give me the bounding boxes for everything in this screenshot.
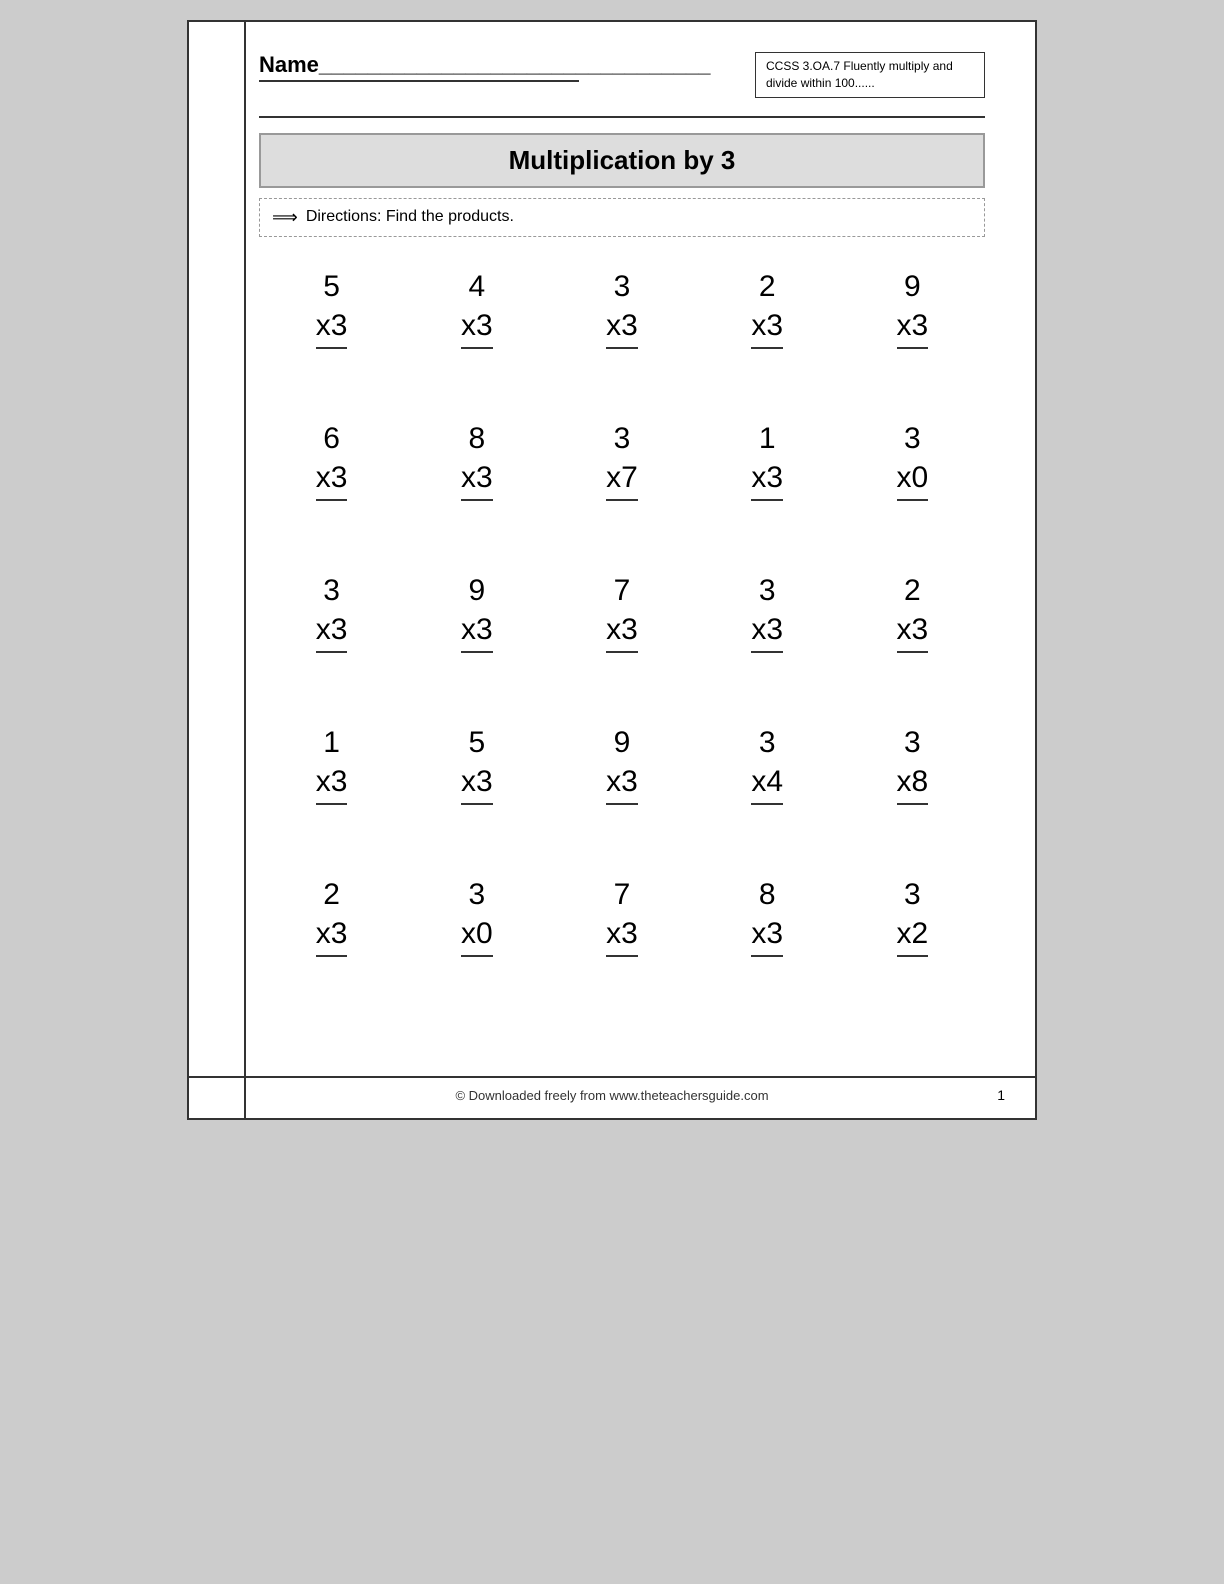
- problem-cell-r1-c4: 2x3: [695, 257, 840, 359]
- name-label: Name: [259, 52, 319, 77]
- problem-row-3: 3x39x37x33x32x3: [259, 561, 985, 663]
- bottom-divider: [189, 1076, 1035, 1078]
- top-number-r2-c4: 1: [759, 419, 776, 458]
- problem-cell-r5-c5: 3x2: [840, 865, 985, 967]
- top-number-r1-c1: 5: [323, 267, 340, 306]
- top-number-r4-c5: 3: [904, 723, 921, 762]
- top-number-r3-c1: 3: [323, 571, 340, 610]
- left-margin-border: [244, 22, 246, 1118]
- top-number-r5-c3: 7: [614, 875, 631, 914]
- problem-cell-r3-c2: 9x3: [404, 561, 549, 663]
- bottom-number-r4-c1: x3: [316, 762, 348, 805]
- bottom-number-r4-c3: x3: [606, 762, 638, 805]
- problem-cell-r1-c5: 9x3: [840, 257, 985, 359]
- top-divider: [259, 116, 985, 118]
- bottom-number-r3-c4: x3: [751, 610, 783, 653]
- top-number-r3-c3: 7: [614, 571, 631, 610]
- top-number-r5-c1: 2: [323, 875, 340, 914]
- bottom-number-r1-c3: x3: [606, 306, 638, 349]
- problem-cell-r5-c3: 7x3: [549, 865, 694, 967]
- top-number-r3-c5: 2: [904, 571, 921, 610]
- problem-cell-r1-c1: 5x3: [259, 257, 404, 359]
- problem-cell-r2-c2: 8x3: [404, 409, 549, 511]
- problem-cell-r4-c3: 9x3: [549, 713, 694, 815]
- top-number-r3-c2: 9: [468, 571, 485, 610]
- problem-cell-r5-c4: 8x3: [695, 865, 840, 967]
- problem-cell-r3-c4: 3x3: [695, 561, 840, 663]
- ccss-text: CCSS 3.OA.7 Fluently multiply and divide…: [766, 59, 953, 90]
- bottom-number-r5-c1: x3: [316, 914, 348, 957]
- ccss-standard-box: CCSS 3.OA.7 Fluently multiply and divide…: [755, 52, 985, 98]
- top-number-r1-c2: 4: [468, 267, 485, 306]
- top-number-r4-c4: 3: [759, 723, 776, 762]
- problem-cell-r2-c3: 3x7: [549, 409, 694, 511]
- bottom-number-r5-c2: x0: [461, 914, 493, 957]
- top-number-r1-c4: 2: [759, 267, 776, 306]
- top-number-r5-c5: 3: [904, 875, 921, 914]
- worksheet-page: Name________________________________ CCS…: [187, 20, 1037, 1120]
- top-number-r5-c2: 3: [468, 875, 485, 914]
- bottom-number-r1-c2: x3: [461, 306, 493, 349]
- top-number-r4-c1: 1: [323, 723, 340, 762]
- bottom-number-r3-c1: x3: [316, 610, 348, 653]
- bottom-number-r2-c1: x3: [316, 458, 348, 501]
- top-number-r1-c3: 3: [614, 267, 631, 306]
- problem-row-5: 2x33x07x38x33x2: [259, 865, 985, 967]
- name-underline: ________________________________: [319, 52, 711, 77]
- bottom-number-r4-c5: x8: [897, 762, 929, 805]
- problem-row-2: 6x38x33x71x33x0: [259, 409, 985, 511]
- problems-section: 5x34x33x32x39x36x38x33x71x33x03x39x37x33…: [259, 257, 985, 967]
- worksheet-title: Multiplication by 3: [259, 133, 985, 188]
- top-number-r1-c5: 9: [904, 267, 921, 306]
- problem-cell-r2-c4: 1x3: [695, 409, 840, 511]
- top-number-r2-c2: 8: [468, 419, 485, 458]
- directions-box: ⟹ Directions: Find the products.: [259, 198, 985, 237]
- top-number-r2-c1: 6: [323, 419, 340, 458]
- bottom-number-r3-c3: x3: [606, 610, 638, 653]
- bottom-number-r5-c3: x3: [606, 914, 638, 957]
- problem-cell-r2-c1: 6x3: [259, 409, 404, 511]
- name-field: Name________________________________: [259, 52, 579, 82]
- problem-cell-r1-c3: 3x3: [549, 257, 694, 359]
- bottom-number-r5-c5: x2: [897, 914, 929, 957]
- problem-cell-r4-c1: 1x3: [259, 713, 404, 815]
- problem-row-4: 1x35x39x33x43x8: [259, 713, 985, 815]
- problem-cell-r5-c1: 2x3: [259, 865, 404, 967]
- problem-cell-r1-c2: 4x3: [404, 257, 549, 359]
- directions-text: Directions: Find the products.: [306, 208, 514, 226]
- bottom-number-r4-c2: x3: [461, 762, 493, 805]
- bottom-number-r1-c4: x3: [751, 306, 783, 349]
- bottom-number-r5-c4: x3: [751, 914, 783, 957]
- problem-cell-r3-c3: 7x3: [549, 561, 694, 663]
- bottom-number-r3-c2: x3: [461, 610, 493, 653]
- problem-cell-r5-c2: 3x0: [404, 865, 549, 967]
- problem-row-1: 5x34x33x32x39x3: [259, 257, 985, 359]
- problem-cell-r3-c1: 3x3: [259, 561, 404, 663]
- footer-page-number: 1: [997, 1087, 1005, 1103]
- top-number-r2-c3: 3: [614, 419, 631, 458]
- bottom-number-r2-c4: x3: [751, 458, 783, 501]
- bottom-number-r3-c5: x3: [897, 610, 929, 653]
- bottom-number-r1-c5: x3: [897, 306, 929, 349]
- problem-cell-r4-c4: 3x4: [695, 713, 840, 815]
- top-number-r4-c2: 5: [468, 723, 485, 762]
- problem-cell-r2-c5: 3x0: [840, 409, 985, 511]
- arrow-icon: ⟹: [272, 207, 298, 228]
- problem-cell-r3-c5: 2x3: [840, 561, 985, 663]
- footer-copyright: © Downloaded freely from www.theteachers…: [455, 1088, 768, 1103]
- top-number-r4-c3: 9: [614, 723, 631, 762]
- problem-cell-r4-c2: 5x3: [404, 713, 549, 815]
- top-number-r3-c4: 3: [759, 571, 776, 610]
- top-number-r5-c4: 8: [759, 875, 776, 914]
- top-number-r2-c5: 3: [904, 419, 921, 458]
- bottom-number-r4-c4: x4: [751, 762, 783, 805]
- problem-cell-r4-c5: 3x8: [840, 713, 985, 815]
- footer: © Downloaded freely from www.theteachers…: [189, 1088, 1035, 1103]
- header-section: Name________________________________ CCS…: [259, 52, 985, 98]
- bottom-number-r2-c3: x7: [606, 458, 638, 501]
- bottom-number-r1-c1: x3: [316, 306, 348, 349]
- bottom-number-r2-c2: x3: [461, 458, 493, 501]
- bottom-number-r2-c5: x0: [897, 458, 929, 501]
